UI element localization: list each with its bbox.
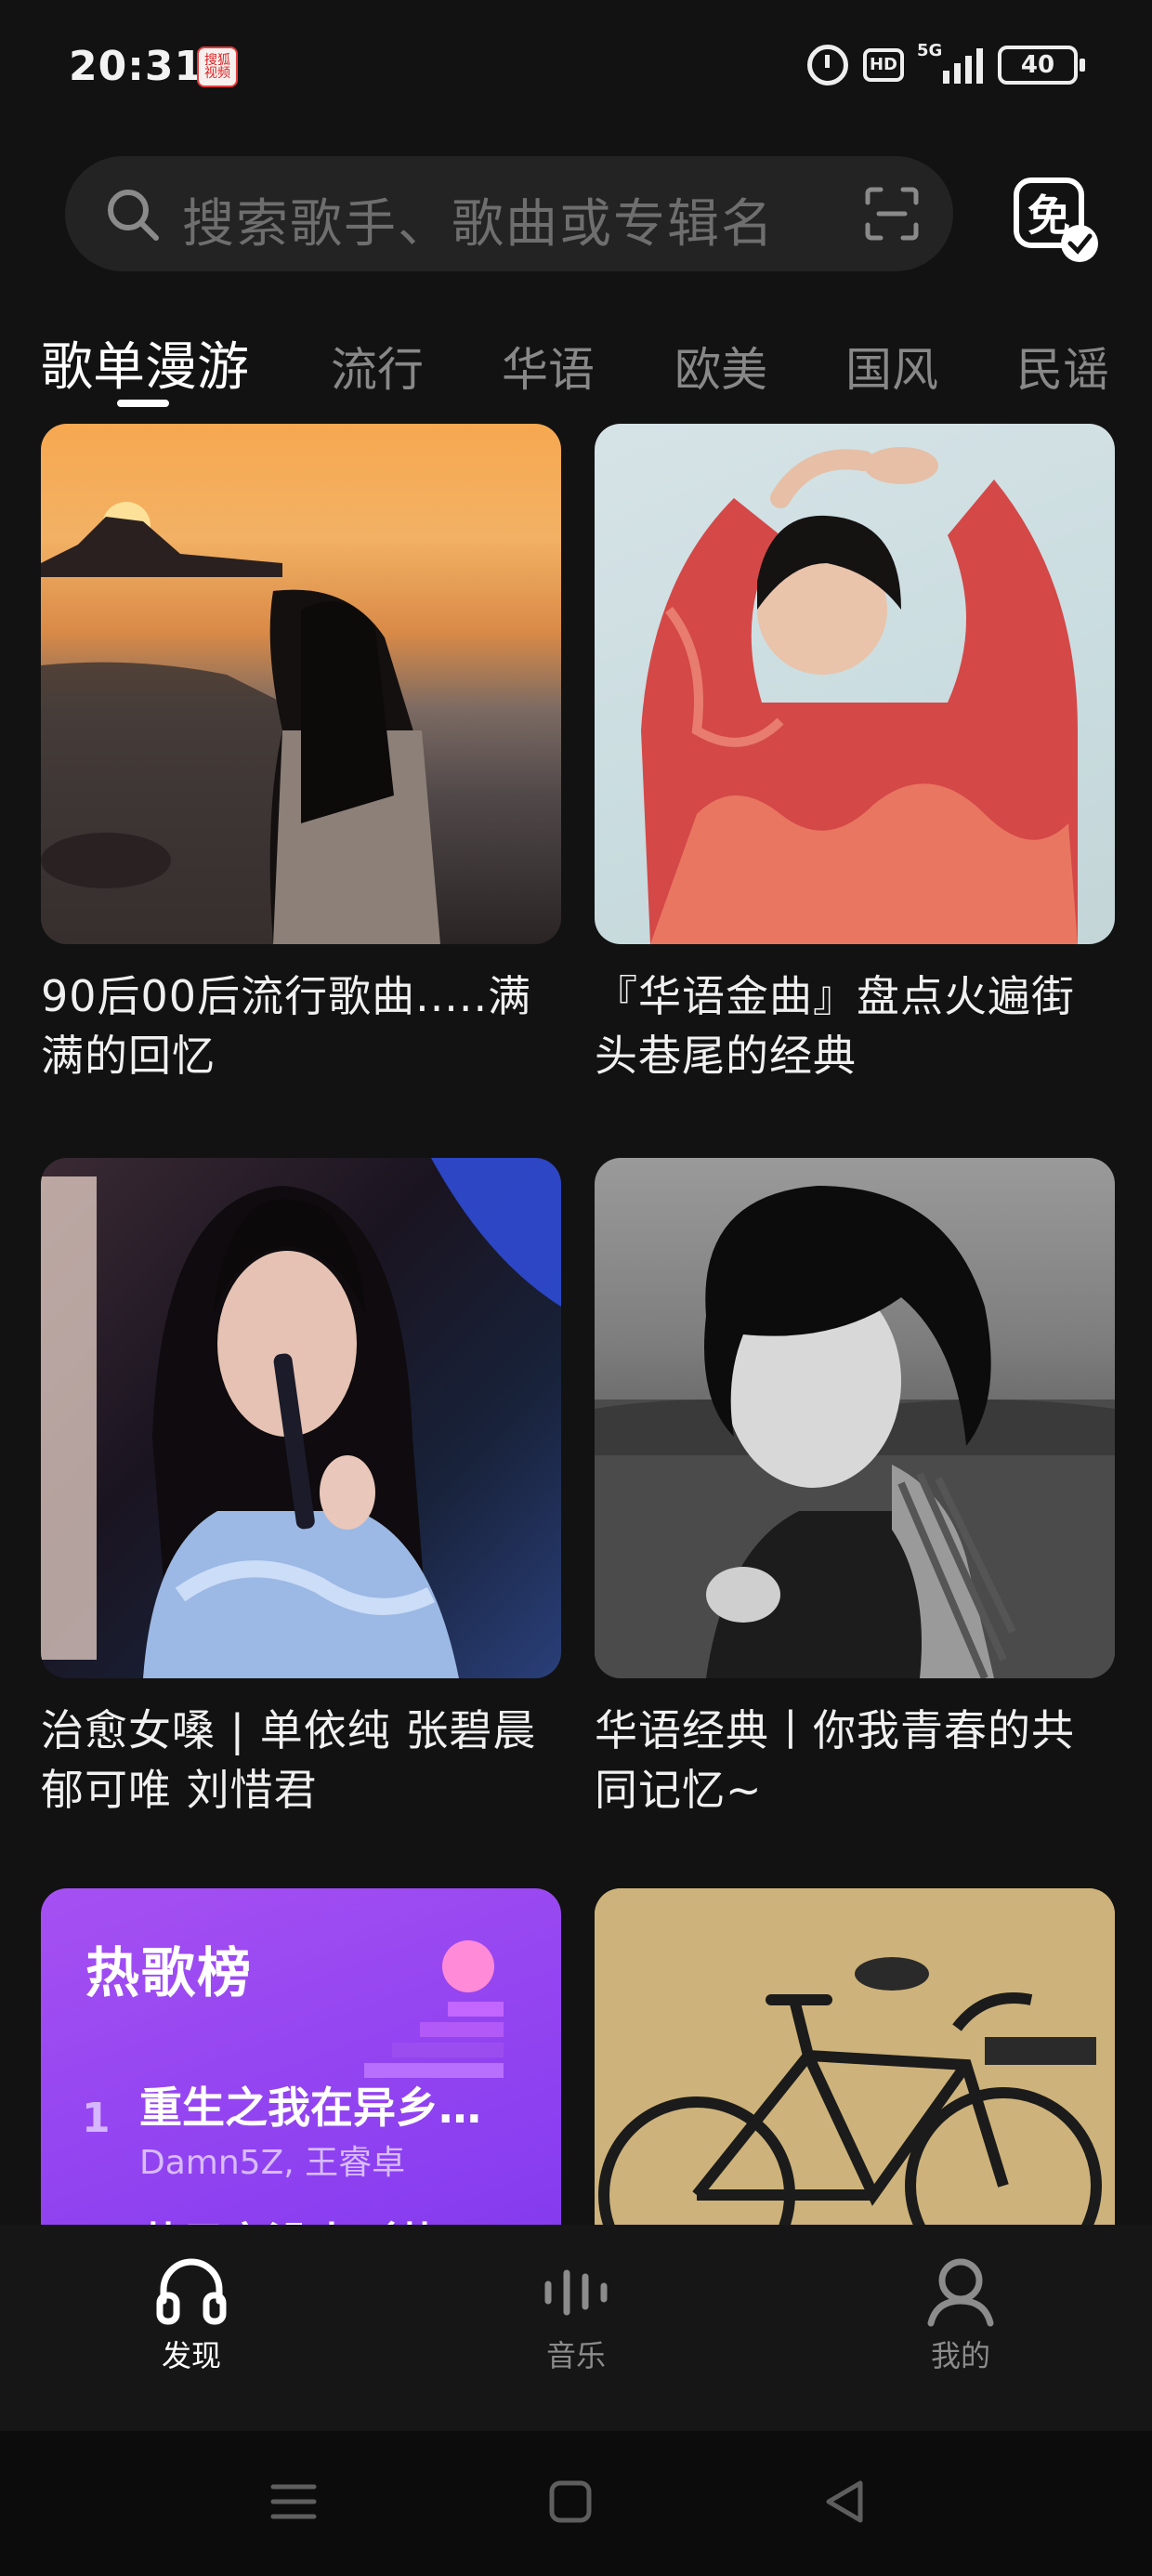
rank-number: 1	[82, 2095, 111, 2142]
playlist-card[interactable]: 『华语金曲』盘点火遍街头巷尾的经典	[595, 424, 1115, 1085]
playlist-card[interactable]: 90后00后流行歌曲.....满满的回忆	[41, 424, 561, 1085]
playlist-title[interactable]: 『华语金曲』盘点火遍街头巷尾的经典	[595, 966, 1115, 1085]
status-bar: 20:31 搜狐 视频 HD 5G 40	[0, 0, 1152, 139]
playlist-title[interactable]: 华语经典丨你我青春的共同记忆~	[595, 1701, 1115, 1820]
tab-guofeng[interactable]: 国风	[845, 333, 938, 400]
playlist-cover[interactable]	[595, 1158, 1115, 1678]
status-icons: HD 5G 40	[807, 41, 1085, 85]
system-navigation-bar	[0, 2431, 1152, 2576]
playlist-cover[interactable]	[41, 1158, 561, 1678]
hot-song-artist: Damn5Z, 王睿卓	[139, 2144, 406, 2182]
alarm-icon	[807, 45, 848, 85]
search-icon	[108, 190, 159, 241]
nav-music[interactable]: 音乐	[483, 2253, 669, 2375]
svg-text:免: 免	[1028, 191, 1070, 241]
hot-chart-cover[interactable]: 热歌榜 1 重生之我在异乡… Damn5Z, 王睿卓 若只京没来（若	[41, 1888, 561, 2225]
equalizer-icon	[544, 2269, 608, 2316]
user-icon	[927, 2258, 994, 2327]
hot-chart-card[interactable]: 热歌榜 1 重生之我在异乡… Damn5Z, 王睿卓 若只京没来（若	[41, 1888, 561, 2225]
playlist-card[interactable]: 华语经典丨你我青春的共同记忆~	[595, 1158, 1115, 1820]
playlist-cover[interactable]	[41, 424, 561, 944]
hot-song-title[interactable]: 重生之我在异乡…	[139, 2074, 481, 2136]
hot-chart-title: 热歌榜	[85, 1941, 254, 2004]
free-mode-icon[interactable]: 免	[1011, 175, 1100, 264]
tab-indicator	[117, 400, 169, 407]
battery-icon: 40	[998, 45, 1085, 85]
hot-song-title-next[interactable]: 若只京没来（若	[139, 2210, 439, 2225]
playlist-card[interactable]	[595, 1888, 1115, 2225]
playlist-cover[interactable]	[595, 1888, 1115, 2225]
nav-mine-label: 我的	[930, 2338, 990, 2373]
playlist-title[interactable]: 治愈女嗓 | 单依纯 张碧晨 郁可唯 刘惜君	[41, 1701, 561, 1820]
search-bar[interactable]: 搜索歌手、歌曲或专辑名	[65, 156, 953, 271]
nav-music-label: 音乐	[545, 2338, 606, 2373]
playlist-cover[interactable]	[595, 424, 1115, 944]
tab-playlist-roaming[interactable]: 歌单漫游	[41, 325, 249, 401]
tab-pop[interactable]: 流行	[331, 333, 424, 400]
headphones-icon	[156, 2258, 227, 2325]
menu-icon[interactable]	[266, 2474, 321, 2530]
tab-western[interactable]: 欧美	[674, 333, 767, 400]
playlist-title[interactable]: 90后00后流行歌曲.....满满的回忆	[41, 966, 561, 1085]
nav-discover[interactable]: 发现	[98, 2253, 284, 2375]
playlist-card[interactable]: 治愈女嗓 | 单依纯 张碧晨 郁可唯 刘惜君	[41, 1158, 561, 1820]
bottom-navigation: 发现 音乐 我的	[0, 2225, 1152, 2431]
tab-folk[interactable]: 民谣	[1016, 333, 1109, 400]
hd-icon: HD	[863, 45, 904, 85]
category-tabs: 歌单漫游 流行 华语 欧美 国风 民谣	[0, 329, 1152, 422]
nav-mine[interactable]: 我的	[868, 2253, 1054, 2375]
search-placeholder[interactable]: 搜索歌手、歌曲或专辑名	[182, 182, 775, 257]
sohu-video-notification-icon: 搜狐 视频	[197, 46, 238, 87]
scan-icon[interactable]	[864, 186, 920, 242]
clock: 20:31	[69, 43, 204, 90]
home-icon[interactable]	[543, 2474, 598, 2530]
sun-decoration	[442, 1940, 494, 1992]
playlist-grid: 90后00后流行歌曲.....满满的回忆 『华语金曲』盘点火遍街头巷尾的经典 治…	[0, 424, 1152, 2225]
tab-chinese[interactable]: 华语	[502, 333, 595, 400]
back-icon[interactable]	[818, 2474, 873, 2530]
signal-icon: 5G	[917, 41, 983, 85]
nav-discover-label: 发现	[161, 2338, 221, 2373]
